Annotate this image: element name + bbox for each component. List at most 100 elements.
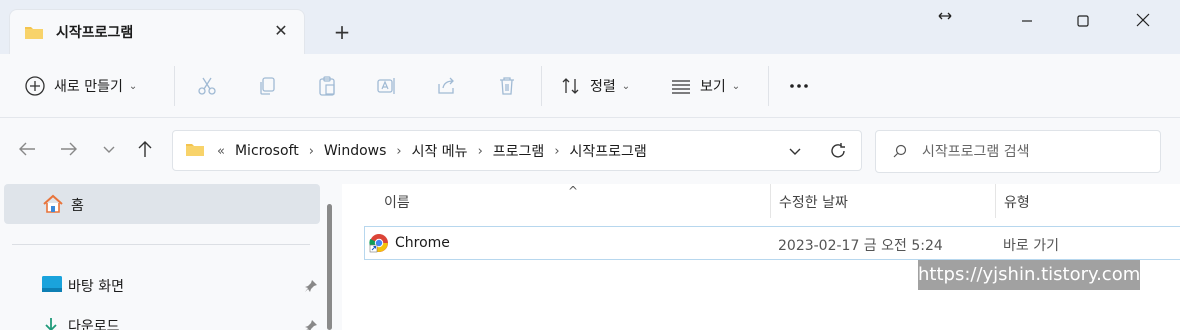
chevron-down-icon: ⌄ [621,80,631,92]
new-button-label: 새로 만들기 [54,79,123,95]
title-bar: 시작프로그램 ✕ + [0,0,1180,54]
breadcrumb-item[interactable]: 프로그램 [493,141,545,161]
sidebar-item-home[interactable]: 홈 [4,184,320,224]
breadcrumb-overflow[interactable]: « [217,144,225,159]
share-icon [438,77,454,94]
chevron-right-icon[interactable]: › [554,144,559,159]
file-explorer-window: 시작프로그램 ✕ + 새로 만들기 ⌄ 정렬 ⌄ 보기 ⌄ « Microsof… [0,0,1180,330]
search-input[interactable] [922,140,1142,164]
tab-startup[interactable]: 시작프로그램 ✕ [9,9,305,54]
file-date: 2023-02-17 금 오전 5:24 [778,238,943,254]
maximize-button[interactable] [1060,12,1106,42]
chevron-down-icon: ⌄ [128,80,138,92]
up-icon [138,141,152,157]
divider [541,66,542,106]
folder-icon [185,141,205,161]
sidebar-item-label: 홈 [71,198,84,214]
recent-locations-button[interactable] [98,138,124,164]
paste-icon [319,76,335,96]
column-header-date[interactable]: 수정한 날짜 [779,192,848,226]
column-divider[interactable] [770,184,771,218]
watermark: https://yjshin.tistory.com [918,260,1140,290]
folder-icon [24,24,44,44]
cut-icon [198,77,216,95]
new-button[interactable]: 새로 만들기 ⌄ [24,54,137,118]
copy-icon [260,77,275,95]
refresh-icon [831,143,845,158]
minimize-button[interactable] [1004,12,1050,42]
chrome-icon [369,233,389,257]
address-row: « Microsoft › Windows › 시작 메뉴 › 프로그램 › 시… [0,118,1180,184]
sidebar-item-label: 다운로드 [68,319,120,330]
rename-icon [377,78,395,94]
file-list: ^ 이름 수정한 날짜 유형 Chrome 2023-02-17 금 오전 5:… [342,184,1180,330]
refresh-button[interactable] [827,140,849,162]
chevron-down-icon: ⌄ [731,80,741,92]
view-icon [672,80,690,94]
pin-icon[interactable] [304,318,318,330]
navigation-pane: 홈 바탕 화면 다운로드 [0,184,342,330]
breadcrumb-item[interactable]: 시작 메뉴 [412,141,468,161]
sort-ascending-icon: ^ [568,184,579,198]
paste-button[interactable] [316,54,338,118]
plus-circle-icon [25,76,45,96]
download-icon [42,316,60,330]
desktop-icon [42,276,62,296]
breadcrumb: « Microsoft › Windows › 시작 메뉴 › 프로그램 › 시… [185,141,651,161]
file-name: Chrome [395,235,450,251]
sidebar-item-desktop[interactable]: 바탕 화면 [4,268,320,302]
column-divider[interactable] [995,184,996,218]
search-icon [892,144,908,164]
table-row[interactable]: Chrome 2023-02-17 금 오전 5:24 바로 가기 [364,226,1180,260]
copy-button[interactable] [256,54,278,118]
address-history-button[interactable] [785,141,805,161]
view-label: 보기 [700,79,726,95]
tab-title: 시작프로그램 [56,25,134,41]
divider [174,66,175,106]
up-button[interactable] [134,138,160,164]
command-bar: 새로 만들기 ⌄ 정렬 ⌄ 보기 ⌄ [0,54,1180,118]
rename-button[interactable] [376,54,398,118]
chevron-right-icon[interactable]: › [309,144,314,159]
resize-cursor-icon [922,8,968,38]
divider [768,66,769,106]
sort-button[interactable]: 정렬 ⌄ [560,54,630,118]
file-type: 바로 가기 [1003,238,1059,254]
more-icon [790,84,808,88]
close-icon [1136,13,1150,27]
close-window-button[interactable] [1120,12,1166,42]
view-button[interactable]: 보기 ⌄ [670,54,740,118]
breadcrumb-item[interactable]: 시작프로그램 [570,141,647,161]
back-icon [19,142,35,156]
delete-button[interactable] [496,54,518,118]
column-header-name[interactable]: 이름 [384,192,410,226]
share-button[interactable] [436,54,458,118]
new-tab-button[interactable]: + [328,19,356,47]
maximize-icon [1077,15,1089,27]
forward-button[interactable] [58,138,84,164]
column-header-type[interactable]: 유형 [1004,192,1030,226]
back-button[interactable] [16,138,42,164]
more-options-button[interactable] [788,54,810,118]
plus-icon: + [333,20,351,44]
sidebar-item-label: 바탕 화면 [68,279,124,295]
chevron-right-icon[interactable]: › [396,144,401,159]
search-box[interactable] [875,130,1161,173]
nav-scrollbar[interactable] [327,204,332,330]
pin-icon[interactable] [304,278,318,297]
cut-button[interactable] [196,54,218,118]
delete-icon [500,77,514,95]
chevron-right-icon[interactable]: › [478,144,483,159]
divider [12,244,310,245]
chevron-down-icon [103,146,115,153]
chevron-down-icon [789,148,801,155]
breadcrumb-item[interactable]: Windows [324,143,387,159]
close-tab-icon[interactable]: ✕ [270,20,292,42]
forward-icon [61,142,77,156]
address-bar[interactable]: « Microsoft › Windows › 시작 메뉴 › 프로그램 › 시… [172,130,862,171]
home-icon [42,194,64,218]
sort-label: 정렬 [590,79,616,95]
breadcrumb-item[interactable]: Microsoft [235,143,299,159]
sidebar-item-downloads[interactable]: 다운로드 [4,308,320,330]
sort-icon [562,78,579,94]
